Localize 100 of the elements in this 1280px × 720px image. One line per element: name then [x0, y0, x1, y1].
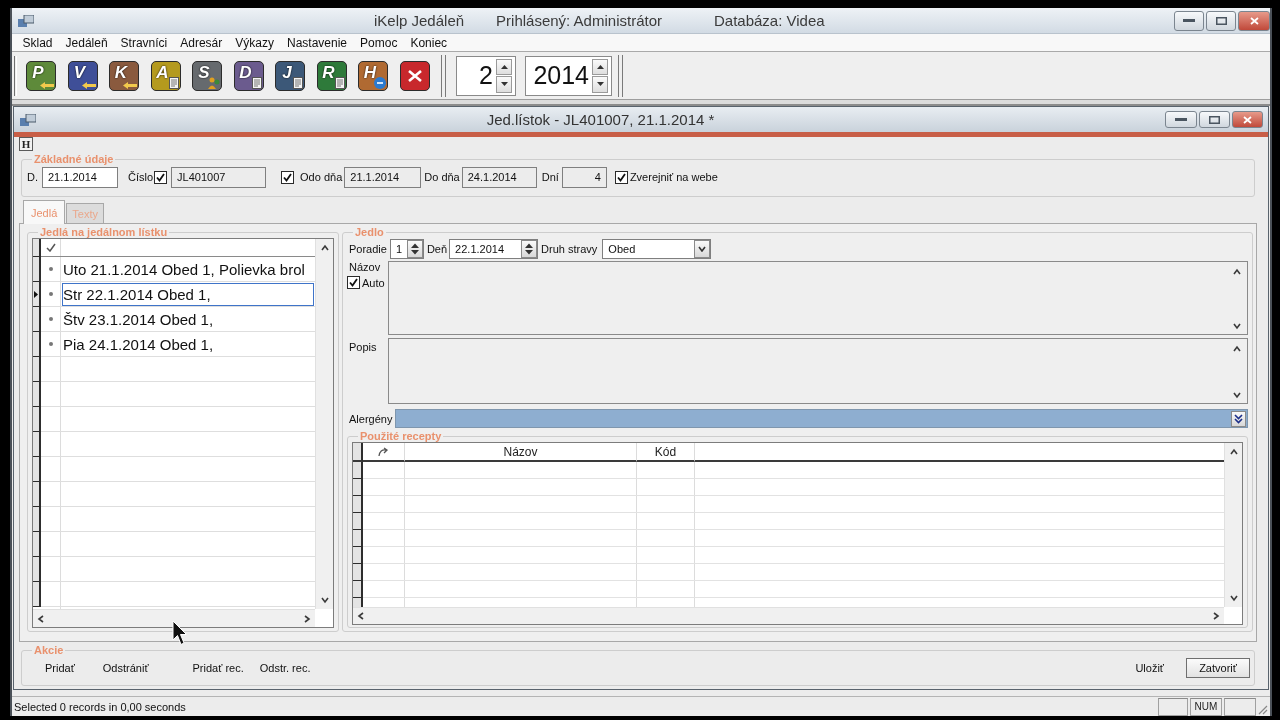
spin-up-button[interactable] — [592, 58, 608, 75]
menu-item[interactable]: Nastavenie — [280, 34, 354, 51]
maximize-button[interactable] — [1199, 111, 1230, 128]
chevron-down-icon[interactable] — [1229, 594, 1238, 602]
row-selector[interactable] — [353, 496, 363, 513]
row-selector[interactable] — [33, 432, 41, 457]
number-field[interactable]: JL401007 — [171, 166, 267, 188]
spin-down-button[interactable] — [592, 76, 608, 93]
month-spin-field[interactable]: 2 — [456, 55, 516, 96]
menu-item[interactable]: Sklad — [16, 34, 60, 51]
action-link[interactable]: Pridať — [45, 662, 75, 674]
dropdown-button[interactable] — [1231, 410, 1246, 427]
toolbar-button[interactable]: R — [316, 60, 347, 91]
chevron-up-icon[interactable] — [1229, 448, 1238, 456]
row-selector[interactable] — [33, 457, 41, 482]
row-selector[interactable] — [353, 564, 363, 581]
close-button[interactable] — [1232, 111, 1263, 128]
checkbox[interactable] — [614, 170, 628, 184]
action-link[interactable]: Odstrániť — [102, 662, 149, 674]
toolbar-button[interactable]: S — [192, 60, 222, 91]
maximize-button[interactable] — [1206, 10, 1236, 31]
chevron-left-icon[interactable] — [37, 614, 45, 623]
row-selector[interactable] — [353, 581, 363, 598]
row-selector[interactable] — [353, 462, 363, 479]
chevron-left-icon[interactable] — [357, 612, 365, 620]
checkbox[interactable] — [154, 170, 168, 184]
row-selector[interactable] — [33, 557, 41, 582]
meal-type-select[interactable]: Obed — [602, 238, 712, 259]
row-selector[interactable] — [33, 357, 41, 382]
date-field[interactable]: 21.1.2014 — [42, 166, 118, 188]
chevron-down-icon[interactable] — [320, 596, 329, 604]
row-selector[interactable] — [353, 443, 363, 462]
toolbar-close-button[interactable] — [399, 60, 430, 91]
menu-item[interactable]: Stravníci — [114, 34, 174, 51]
row-selector[interactable] — [33, 282, 41, 307]
vertical-scrollbar[interactable] — [315, 239, 333, 609]
close-form-button[interactable]: Zatvoriť — [1186, 658, 1250, 678]
spin-button[interactable] — [406, 239, 423, 258]
row-selector[interactable] — [33, 332, 41, 357]
checkbox[interactable] — [281, 170, 295, 184]
to-date-field[interactable]: 24.1.2014 — [461, 166, 537, 188]
minimize-button[interactable] — [1165, 111, 1197, 128]
row-selector[interactable] — [33, 239, 41, 257]
toolbar-button[interactable]: K — [109, 60, 139, 91]
toolbar-button[interactable]: V — [67, 60, 98, 91]
toolbar-button[interactable]: P — [26, 60, 56, 91]
checkbox[interactable] — [347, 276, 360, 289]
table-cell[interactable]: Štv 23.1.2014 Obed 1, — [61, 307, 315, 332]
action-link[interactable]: Pridať rec. — [192, 662, 244, 674]
menu-item[interactable]: Výkazy — [228, 34, 281, 51]
row-selector[interactable] — [33, 582, 41, 607]
group-title: Základné údaje — [33, 153, 115, 165]
menu-item[interactable]: Jedáleň — [59, 34, 115, 51]
spin-button[interactable] — [521, 239, 538, 258]
dropdown-button[interactable] — [694, 239, 711, 258]
menu-item[interactable]: Koniec — [403, 34, 454, 51]
year-spin-field[interactable]: 2014 — [525, 55, 612, 96]
row-selector[interactable] — [353, 547, 363, 564]
order-spin-field[interactable]: 1 — [389, 238, 424, 259]
row-selector[interactable] — [33, 382, 41, 407]
chevron-up-icon[interactable] — [1233, 345, 1241, 353]
minimize-button[interactable] — [1174, 10, 1204, 31]
days-field[interactable]: 4 — [561, 166, 607, 188]
day-spin-field[interactable]: 22.1.2014 — [449, 238, 539, 259]
chevron-up-icon[interactable] — [1233, 268, 1241, 276]
chevron-right-icon[interactable] — [303, 614, 311, 623]
from-date-field[interactable]: 21.1.2014 — [344, 166, 422, 188]
menu-item[interactable]: Pomoc — [353, 34, 404, 51]
horizontal-scrollbar[interactable] — [353, 607, 1224, 624]
field-label: Odo dňa — [300, 171, 343, 183]
header-toggle-button[interactable]: H — [19, 137, 33, 151]
chevron-right-icon[interactable] — [1212, 612, 1220, 620]
horizontal-scrollbar[interactable] — [33, 609, 315, 627]
document-window-title: Jed.lístok - JL401007, 21.1.2014 * — [485, 111, 716, 128]
row-selector[interactable] — [33, 307, 41, 332]
row-selector[interactable] — [33, 507, 41, 532]
minimize-icon — [1175, 118, 1187, 121]
row-selector[interactable] — [33, 257, 41, 282]
close-button[interactable] — [1238, 10, 1270, 31]
row-selector[interactable] — [353, 513, 363, 530]
spin-down-button[interactable] — [496, 76, 512, 93]
save-button[interactable]: Uložiť — [1135, 662, 1164, 674]
row-selector[interactable] — [33, 407, 41, 432]
row-selector[interactable] — [353, 530, 363, 547]
menu-item[interactable]: Adresár — [173, 34, 229, 51]
row-selector[interactable] — [353, 479, 363, 496]
action-link[interactable]: Odstr. rec. — [259, 662, 311, 674]
row-selector[interactable] — [33, 482, 41, 507]
row-edit-field[interactable]: Str 22.1.2014 Obed 1, — [61, 282, 315, 307]
table-cell[interactable]: Pia 24.1.2014 Obed 1, — [61, 332, 315, 357]
chevron-down-icon[interactable] — [1233, 391, 1241, 399]
chevron-up-icon[interactable] — [320, 244, 329, 252]
row-selector[interactable] — [33, 532, 41, 557]
spin-up-button[interactable] — [496, 58, 512, 75]
toolbar-button[interactable]: J — [275, 60, 305, 91]
allergens-field[interactable] — [395, 409, 1248, 428]
toolbar-button[interactable]: H — [358, 60, 388, 91]
toolbar-button[interactable]: D — [233, 60, 264, 91]
chevron-down-icon[interactable] — [1233, 322, 1241, 330]
vertical-scrollbar[interactable] — [1224, 443, 1242, 607]
